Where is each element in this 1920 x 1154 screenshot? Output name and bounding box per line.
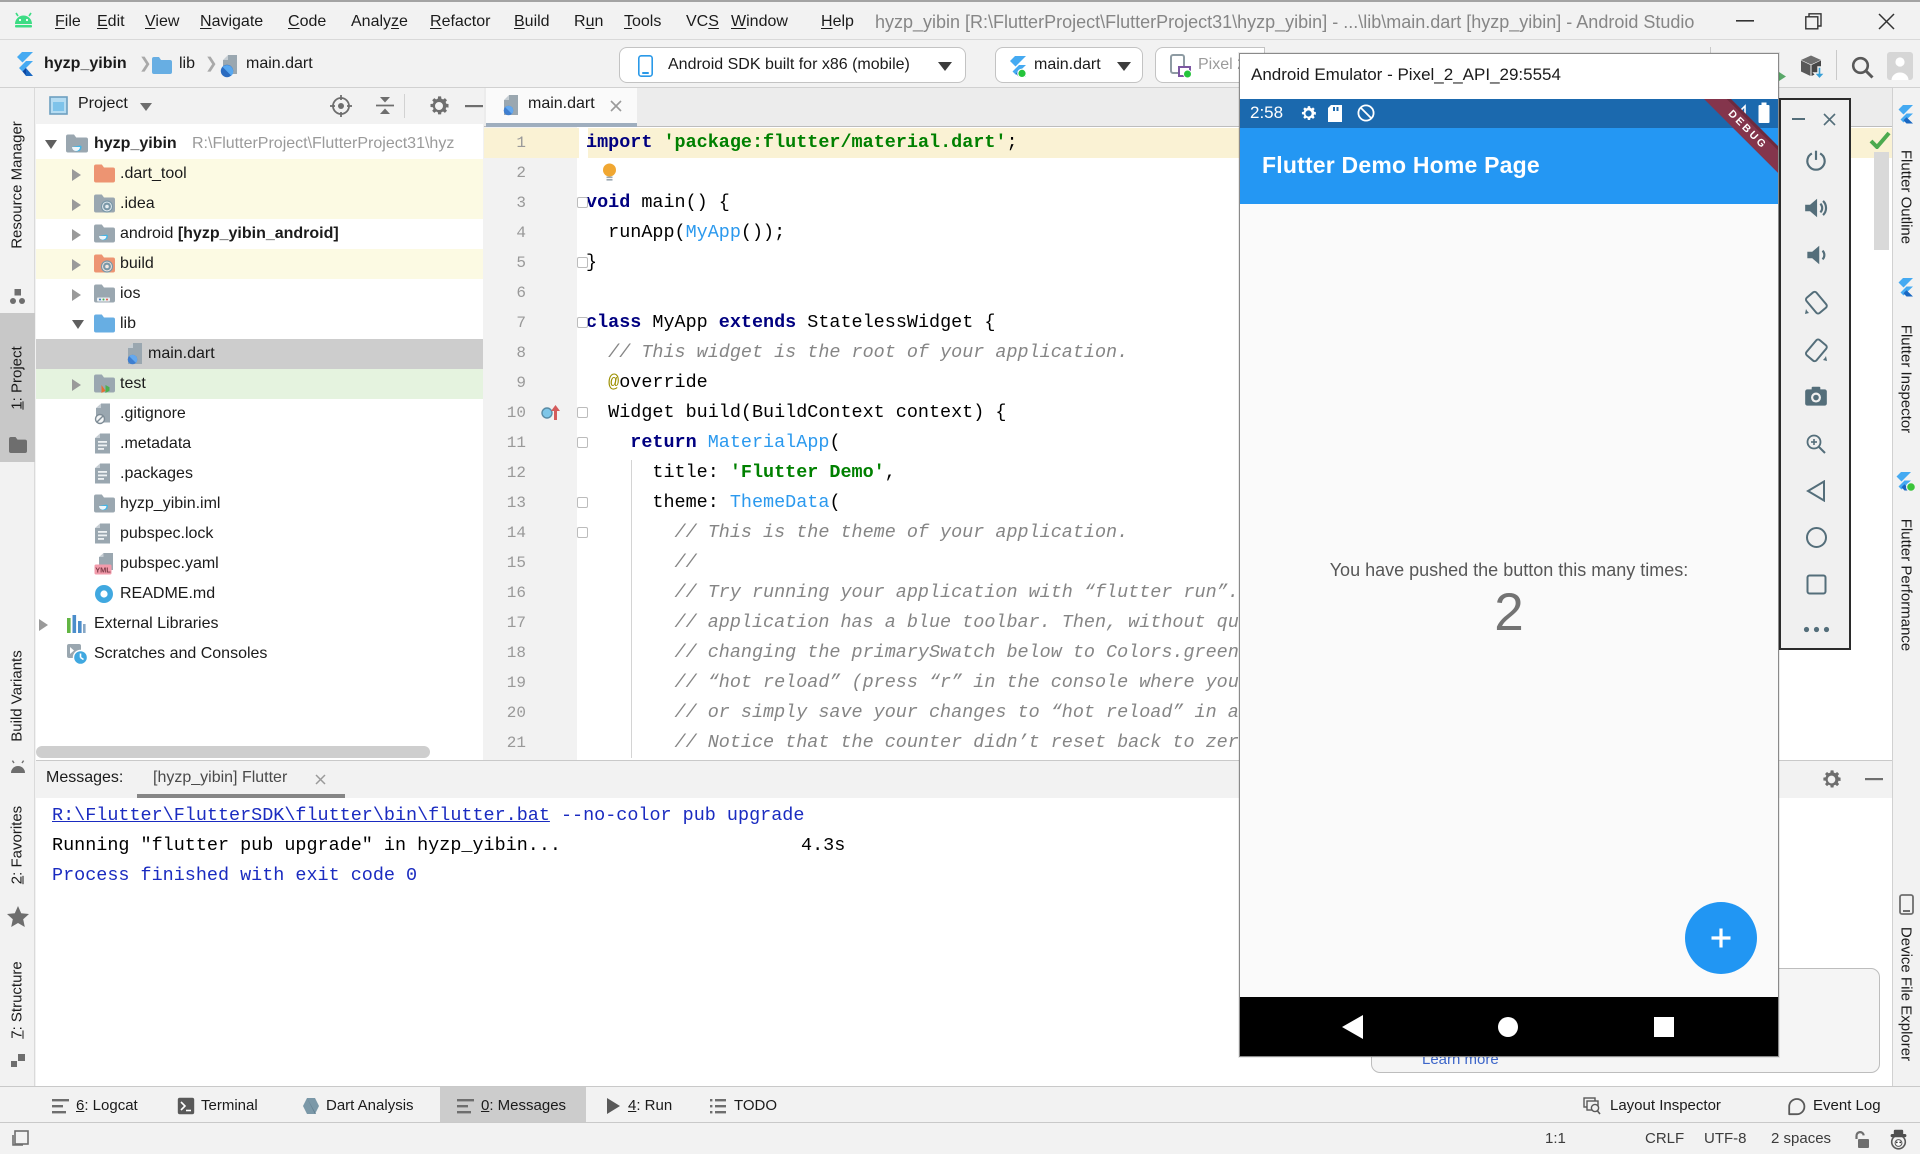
svg-text:YML: YML (95, 566, 111, 575)
